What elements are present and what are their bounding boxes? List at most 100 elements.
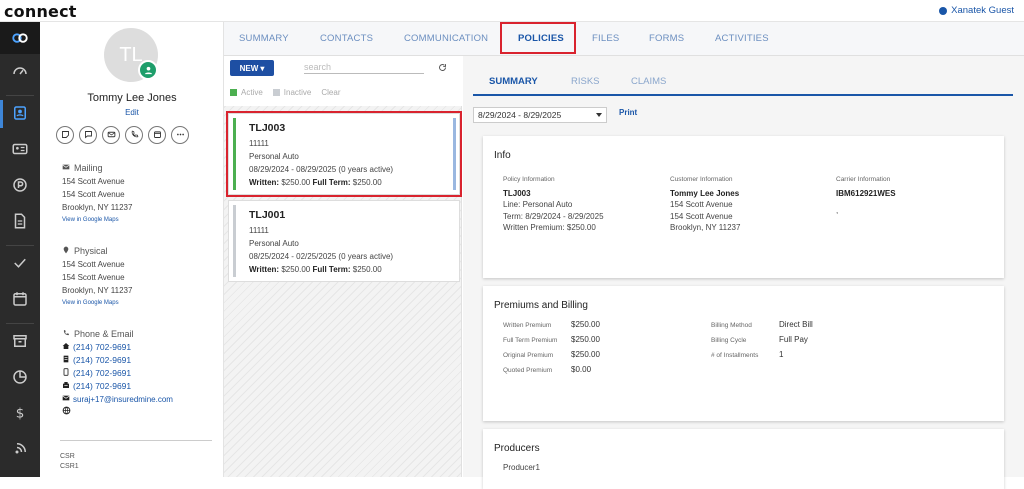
policy-information: Policy Information TLJ003 Line: Personal… <box>503 174 604 234</box>
tab-files[interactable]: FILES <box>592 33 619 44</box>
billing-value: 1 <box>779 350 784 359</box>
user-menu[interactable]: Xanatek Guest <box>939 5 1014 16</box>
calendar-icon <box>11 290 29 310</box>
tab-contacts[interactable]: CONTACTS <box>320 33 373 44</box>
new-policy-button[interactable]: NEW ▾ <box>230 60 274 76</box>
billing-row: Billing Method Direct Bill <box>711 318 813 333</box>
email-link[interactable]: suraj+17@insuredmine.com <box>62 393 173 406</box>
nav-parking[interactable] <box>0 168 40 204</box>
policy-subtabs: SUMMARY RISKS CLAIMS <box>473 56 1013 96</box>
new-button-label: NEW <box>239 63 259 73</box>
address-line: 154 Scott Avenue <box>62 177 125 186</box>
premium-value: $250.00 <box>571 350 600 359</box>
mobile-icon <box>62 367 70 380</box>
policy-card[interactable]: TLJ001 11111 Personal Auto 08/25/2024 - … <box>228 200 460 282</box>
tab-activities[interactable]: ACTIVITIES <box>715 33 769 44</box>
add-note-button[interactable] <box>56 126 74 144</box>
customer-name: Tommy Lee Jones <box>670 188 740 198</box>
nav-archive[interactable] <box>0 324 40 360</box>
tab-communication[interactable]: COMMUNICATION <box>404 33 488 44</box>
top-bar: connect Xanatek Guest <box>0 0 1024 22</box>
inactive-swatch <box>272 89 280 96</box>
nav-dashboard[interactable] <box>0 54 40 90</box>
message-button[interactable] <box>79 126 97 144</box>
fax-phone[interactable]: (214) 702-9691 <box>62 380 173 393</box>
edit-contact-link[interactable]: Edit <box>40 108 224 117</box>
billing-list: Billing Method Direct Bill Billing Cycle F… <box>711 318 813 363</box>
more-actions-button[interactable] <box>171 126 189 144</box>
nav-broadcast[interactable] <box>0 432 40 468</box>
app-logo[interactable]: connect <box>4 2 77 21</box>
tab-forms[interactable]: FORMS <box>649 33 684 44</box>
policies-tab-highlight <box>500 22 576 54</box>
legend-clear[interactable]: Clear <box>321 88 340 97</box>
nav-contacts[interactable] <box>0 96 40 132</box>
subtab-risks[interactable]: RISKS <box>571 76 600 87</box>
nav-document[interactable] <box>0 204 40 240</box>
mailing-address: Mailing 154 Scott Avenue 154 Scott Avenu… <box>62 162 132 227</box>
note-icon <box>61 130 70 141</box>
print-link[interactable]: Print <box>619 108 637 117</box>
contact-profile-panel: TL Tommy Lee Jones Edit Mailing 154 Scot… <box>40 22 224 477</box>
legend-inactive[interactable]: Inactive <box>272 88 312 97</box>
email-button[interactable] <box>102 126 120 144</box>
call-button[interactable] <box>125 126 143 144</box>
producers-title: Producers <box>494 443 540 454</box>
customer-address: 154 Scott Avenue <box>670 211 733 221</box>
premium-row: Full Term Premium $250.00 <box>503 333 600 348</box>
carrier-extra: , <box>836 206 839 215</box>
user-name: Xanatek Guest <box>951 5 1014 16</box>
parking-p-icon <box>11 176 29 196</box>
producers-panel: Producers Producer1 <box>483 429 1004 489</box>
connect-logo-icon[interactable] <box>0 22 40 54</box>
csr-divider <box>60 440 212 441</box>
phone-icon <box>62 328 70 341</box>
nav-reports[interactable] <box>0 360 40 396</box>
chat-icon <box>84 130 93 141</box>
policy-search-input[interactable] <box>304 60 424 74</box>
quick-actions <box>56 126 189 144</box>
contact-name: Tommy Lee Jones <box>87 92 177 104</box>
full-term-value: $250.00 <box>352 265 382 274</box>
inactive-status-bar <box>233 205 236 277</box>
office-phone[interactable]: (214) 702-9691 <box>62 354 173 367</box>
legend-active-label: Active <box>241 88 263 97</box>
address-line: Brooklyn, NY 11237 <box>62 286 133 295</box>
left-nav: $ <box>0 22 40 477</box>
mobile-phone[interactable]: (214) 702-9691 <box>62 367 173 380</box>
pie-chart-icon <box>11 368 29 388</box>
svg-text:$: $ <box>16 406 25 422</box>
billing-key: # of Installments <box>711 352 759 359</box>
carrier-info-label: Carrier Information <box>836 176 891 183</box>
premium-row: Quoted Premium $0.00 <box>503 363 600 378</box>
location-pin-icon <box>62 245 70 258</box>
calendar-button[interactable] <box>148 126 166 144</box>
building-icon <box>62 354 70 367</box>
website-link[interactable] <box>62 406 173 419</box>
premium-key: Full Term Premium <box>503 337 558 344</box>
google-maps-link[interactable]: View in Google Maps <box>62 297 132 310</box>
contact-card-icon <box>11 104 29 124</box>
csr-label: CSR <box>60 453 75 460</box>
legend-active[interactable]: Active <box>230 88 263 97</box>
fax-icon <box>62 380 70 393</box>
customer-address: 154 Scott Avenue <box>670 200 733 209</box>
legend-inactive-label: Inactive <box>283 88 312 97</box>
policy-id: TLJ001 <box>249 209 286 221</box>
policy-premiums: Written: $250.00 Full Term: $250.00 <box>249 265 382 274</box>
home-phone[interactable]: (214) 702-9691 <box>62 341 173 354</box>
subtab-claims[interactable]: CLAIMS <box>631 76 666 87</box>
nav-tasks[interactable] <box>0 246 40 282</box>
user-icon <box>939 6 948 15</box>
subtab-summary[interactable]: SUMMARY <box>489 76 538 87</box>
phone-number: (214) 702-9691 <box>73 355 132 365</box>
tab-summary[interactable]: SUMMARY <box>239 33 289 44</box>
policy-term-select[interactable]: 8/29/2024 - 8/29/2025 <box>473 107 607 123</box>
csr-info: CSR CSR1 <box>60 452 79 472</box>
refresh-icon[interactable] <box>438 63 447 72</box>
nav-id-card[interactable] <box>0 132 40 168</box>
google-maps-link[interactable]: View in Google Maps <box>62 214 132 227</box>
info-panel: Info Policy Information TLJ003 Line: Per… <box>483 136 1004 278</box>
nav-calendar[interactable] <box>0 282 40 318</box>
nav-billing[interactable]: $ <box>0 396 40 432</box>
